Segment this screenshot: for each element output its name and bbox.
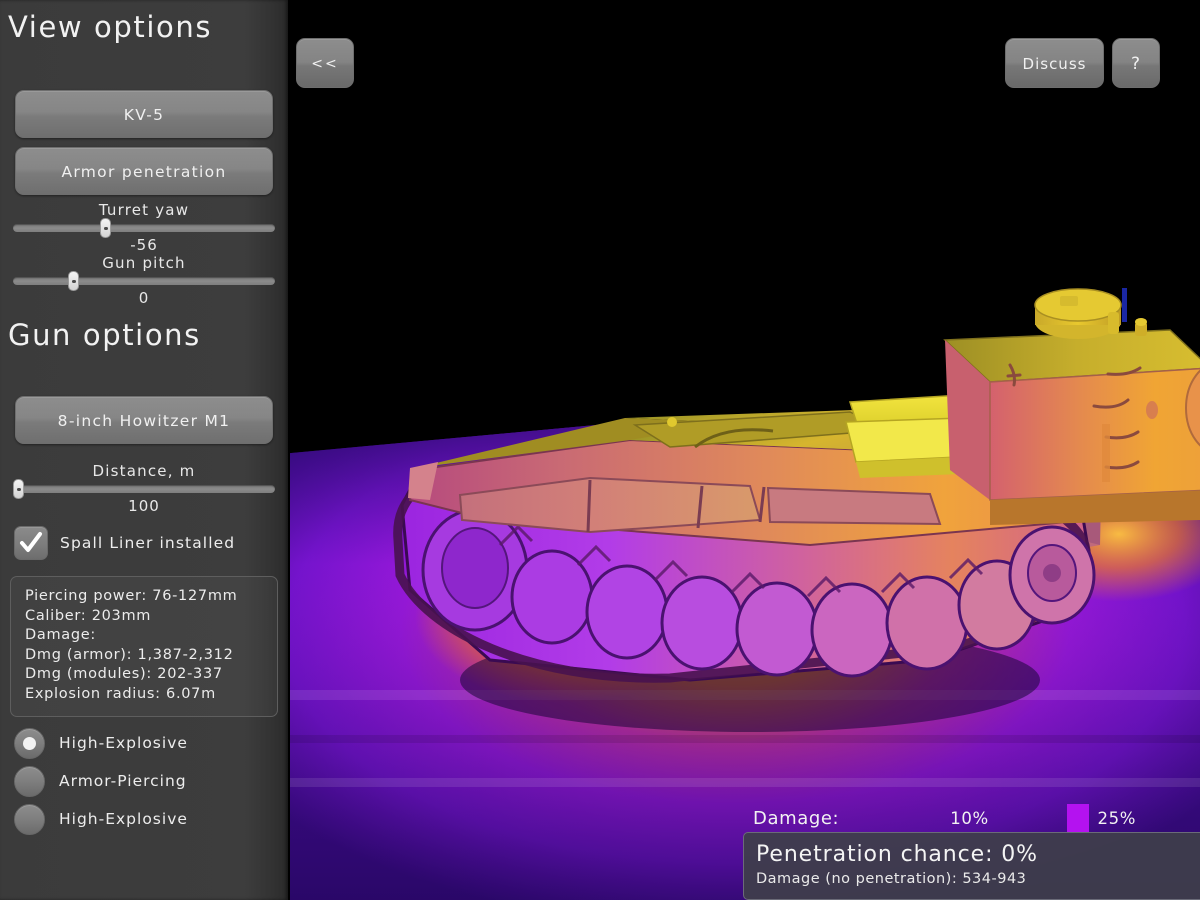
gun-options-title: Gun options	[8, 318, 201, 352]
shell-type-option-3[interactable]: High-Explosive	[14, 800, 188, 838]
shell-stats-panel: Piercing power: 76-127mm Caliber: 203mm …	[10, 576, 278, 717]
radio-icon-2[interactable]	[14, 765, 45, 797]
stat-explosion-radius: Explosion radius: 6.07m	[25, 685, 216, 702]
tank-select-button[interactable]: KV-5	[15, 90, 273, 138]
shell-type-label-1: High-Explosive	[59, 734, 188, 752]
options-sidebar: View options KV-5 Armor penetration Turr…	[0, 0, 288, 900]
app-root: Damage: 10% 25% 50% 100% Penetration cha…	[0, 0, 1200, 900]
stat-dmg-modules: Dmg (modules): 202-337	[25, 666, 223, 682]
distance-group: Distance, m 100	[10, 461, 278, 515]
distance-label: Distance, m	[92, 462, 196, 480]
spall-liner-checkbox[interactable]	[14, 526, 48, 560]
spall-liner-label: Spall Liner installed	[60, 534, 236, 552]
penetration-info-panel: Penetration chance: 0% Damage (no penetr…	[743, 832, 1200, 900]
turret-yaw-slider[interactable]	[13, 218, 275, 238]
spall-liner-row[interactable]: Spall Liner installed	[14, 526, 235, 560]
damage-no-penetration-text: Damage (no penetration): 534-943	[756, 871, 1027, 887]
view-options-title: View options	[8, 10, 213, 44]
help-button[interactable]: ?	[1112, 38, 1160, 88]
3d-viewport[interactable]: Damage: 10% 25% 50% 100% Penetration cha…	[290, 0, 1200, 900]
stat-damage-header: Damage:	[25, 627, 96, 643]
shell-type-label-3: High-Explosive	[59, 810, 188, 828]
shell-type-list: High-Explosive Armor-Piercing High-Explo…	[14, 724, 188, 838]
check-icon	[20, 532, 42, 552]
gun-select-button[interactable]: 8-inch Howitzer M1	[15, 396, 273, 444]
turret-yaw-knob[interactable]	[99, 218, 111, 238]
radio-icon-selected[interactable]	[14, 727, 45, 759]
back-button[interactable]: <<	[296, 38, 354, 88]
shell-type-option-1[interactable]: High-Explosive	[14, 724, 188, 762]
penetration-chance-text: Penetration chance: 0%	[756, 842, 1038, 867]
gun-pitch-label: Gun pitch	[102, 254, 186, 272]
stat-piercing-power: Piercing power: 76-127mm	[25, 588, 238, 604]
distance-knob[interactable]	[13, 479, 25, 499]
view-mode-button[interactable]: Armor penetration	[15, 147, 273, 195]
stat-dmg-armor: Dmg (armor): 1,387-2,312	[25, 646, 234, 663]
gun-pitch-group: Gun pitch 0	[10, 253, 278, 307]
shell-type-label-2: Armor-Piercing	[59, 772, 187, 790]
shell-type-option-2[interactable]: Armor-Piercing	[14, 762, 188, 800]
tank-render	[290, 0, 1200, 900]
turret-yaw-value: -56	[130, 236, 158, 254]
gun-pitch-slider[interactable]	[13, 271, 275, 291]
gun-pitch-value: 0	[138, 289, 150, 307]
gun-pitch-knob[interactable]	[68, 271, 80, 291]
distance-slider[interactable]	[13, 479, 275, 499]
turret-yaw-group: Turret yaw -56	[10, 200, 278, 254]
stat-caliber: Caliber: 203mm	[25, 607, 152, 624]
distance-value: 100	[128, 497, 160, 515]
turret-yaw-label: Turret yaw	[98, 201, 190, 219]
radio-icon-3[interactable]	[14, 803, 45, 835]
discuss-button[interactable]: Discuss	[1005, 38, 1104, 88]
